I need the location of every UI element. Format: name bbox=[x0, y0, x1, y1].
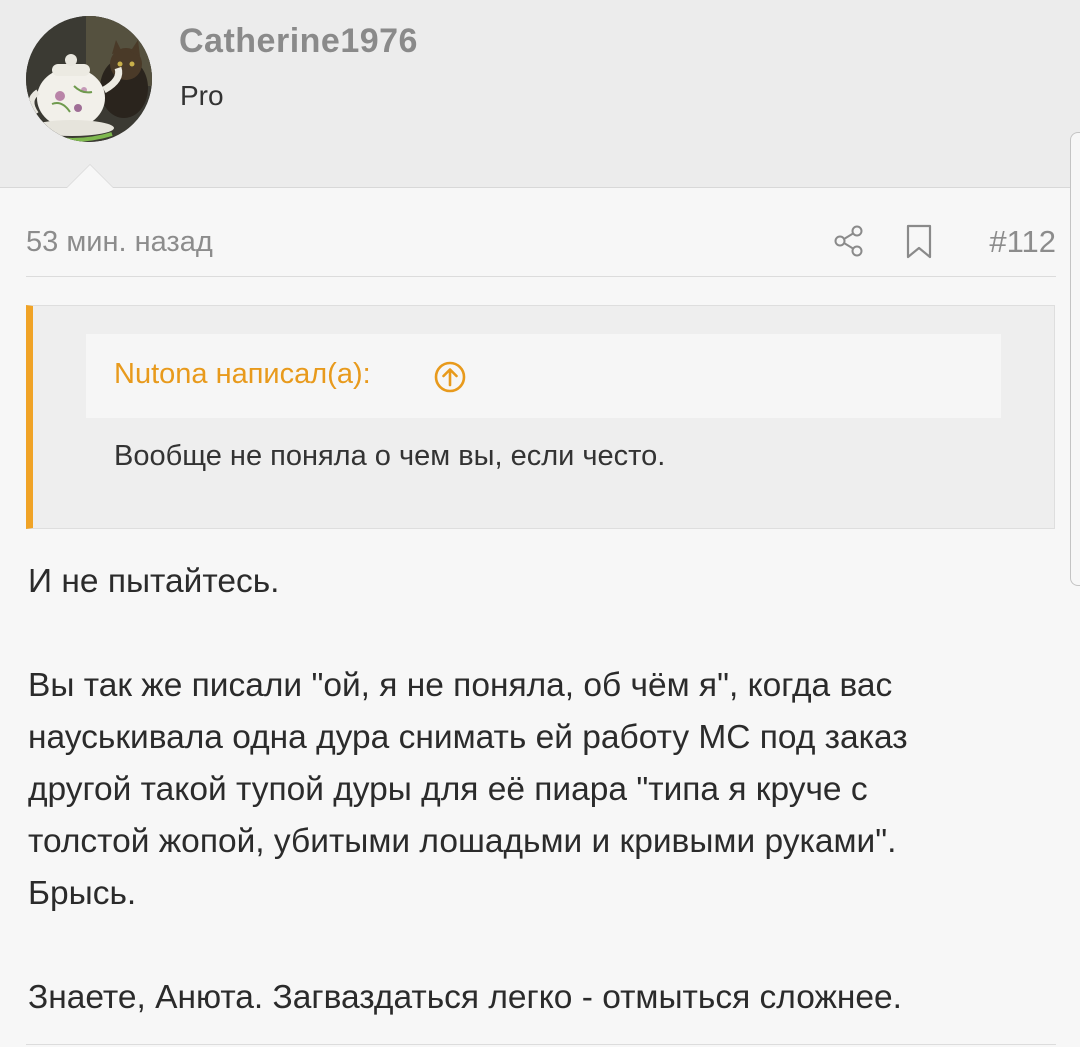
message-line: И не пытайтесь. bbox=[28, 563, 280, 600]
message-line: Знаете, Анюта. Загваздаться легко - отмы… bbox=[28, 979, 902, 1016]
share-icon[interactable] bbox=[832, 224, 866, 258]
header-pointer bbox=[66, 164, 114, 188]
avatar-image bbox=[26, 16, 152, 142]
avatar[interactable] bbox=[26, 16, 152, 142]
post-meta-row: 53 мин. назад #112 bbox=[26, 210, 1056, 277]
message-line: другой такой тупой дуры для её пиара "ти… bbox=[28, 771, 868, 808]
arrow-up-circle-icon[interactable] bbox=[433, 360, 467, 394]
message-line: Брысь. bbox=[28, 875, 137, 912]
scroll-handle[interactable] bbox=[1070, 132, 1080, 586]
username-link[interactable]: Catherine1976 bbox=[179, 22, 418, 61]
quote-header: Nutona написал(а): bbox=[86, 334, 1001, 418]
message-line: науськивала одна дура снимать ей работу … bbox=[28, 719, 908, 756]
quote-text: Вообще не поняла о чем вы, если често. bbox=[114, 440, 666, 472]
message-line: толстой жопой, убитыми лошадьми и кривым… bbox=[28, 823, 897, 860]
post-timestamp[interactable]: 53 мин. назад bbox=[26, 226, 213, 259]
post-user-header: Catherine1976 Pro bbox=[0, 0, 1080, 188]
quote-author-link[interactable]: Nutona написал(а): bbox=[114, 358, 371, 391]
divider bbox=[26, 1044, 1056, 1045]
message-line: Вы так же писали "ой, я не поняла, об чё… bbox=[28, 667, 893, 704]
bookmark-icon[interactable] bbox=[905, 224, 933, 260]
post-message: И не пытайтесь. Вы так же писали "ой, я … bbox=[28, 556, 1038, 1024]
quote-block: Nutona написал(а): Вообще не поняла о че… bbox=[26, 305, 1055, 529]
user-title: Pro bbox=[180, 80, 224, 111]
post-number-link[interactable]: #112 bbox=[989, 224, 1056, 260]
